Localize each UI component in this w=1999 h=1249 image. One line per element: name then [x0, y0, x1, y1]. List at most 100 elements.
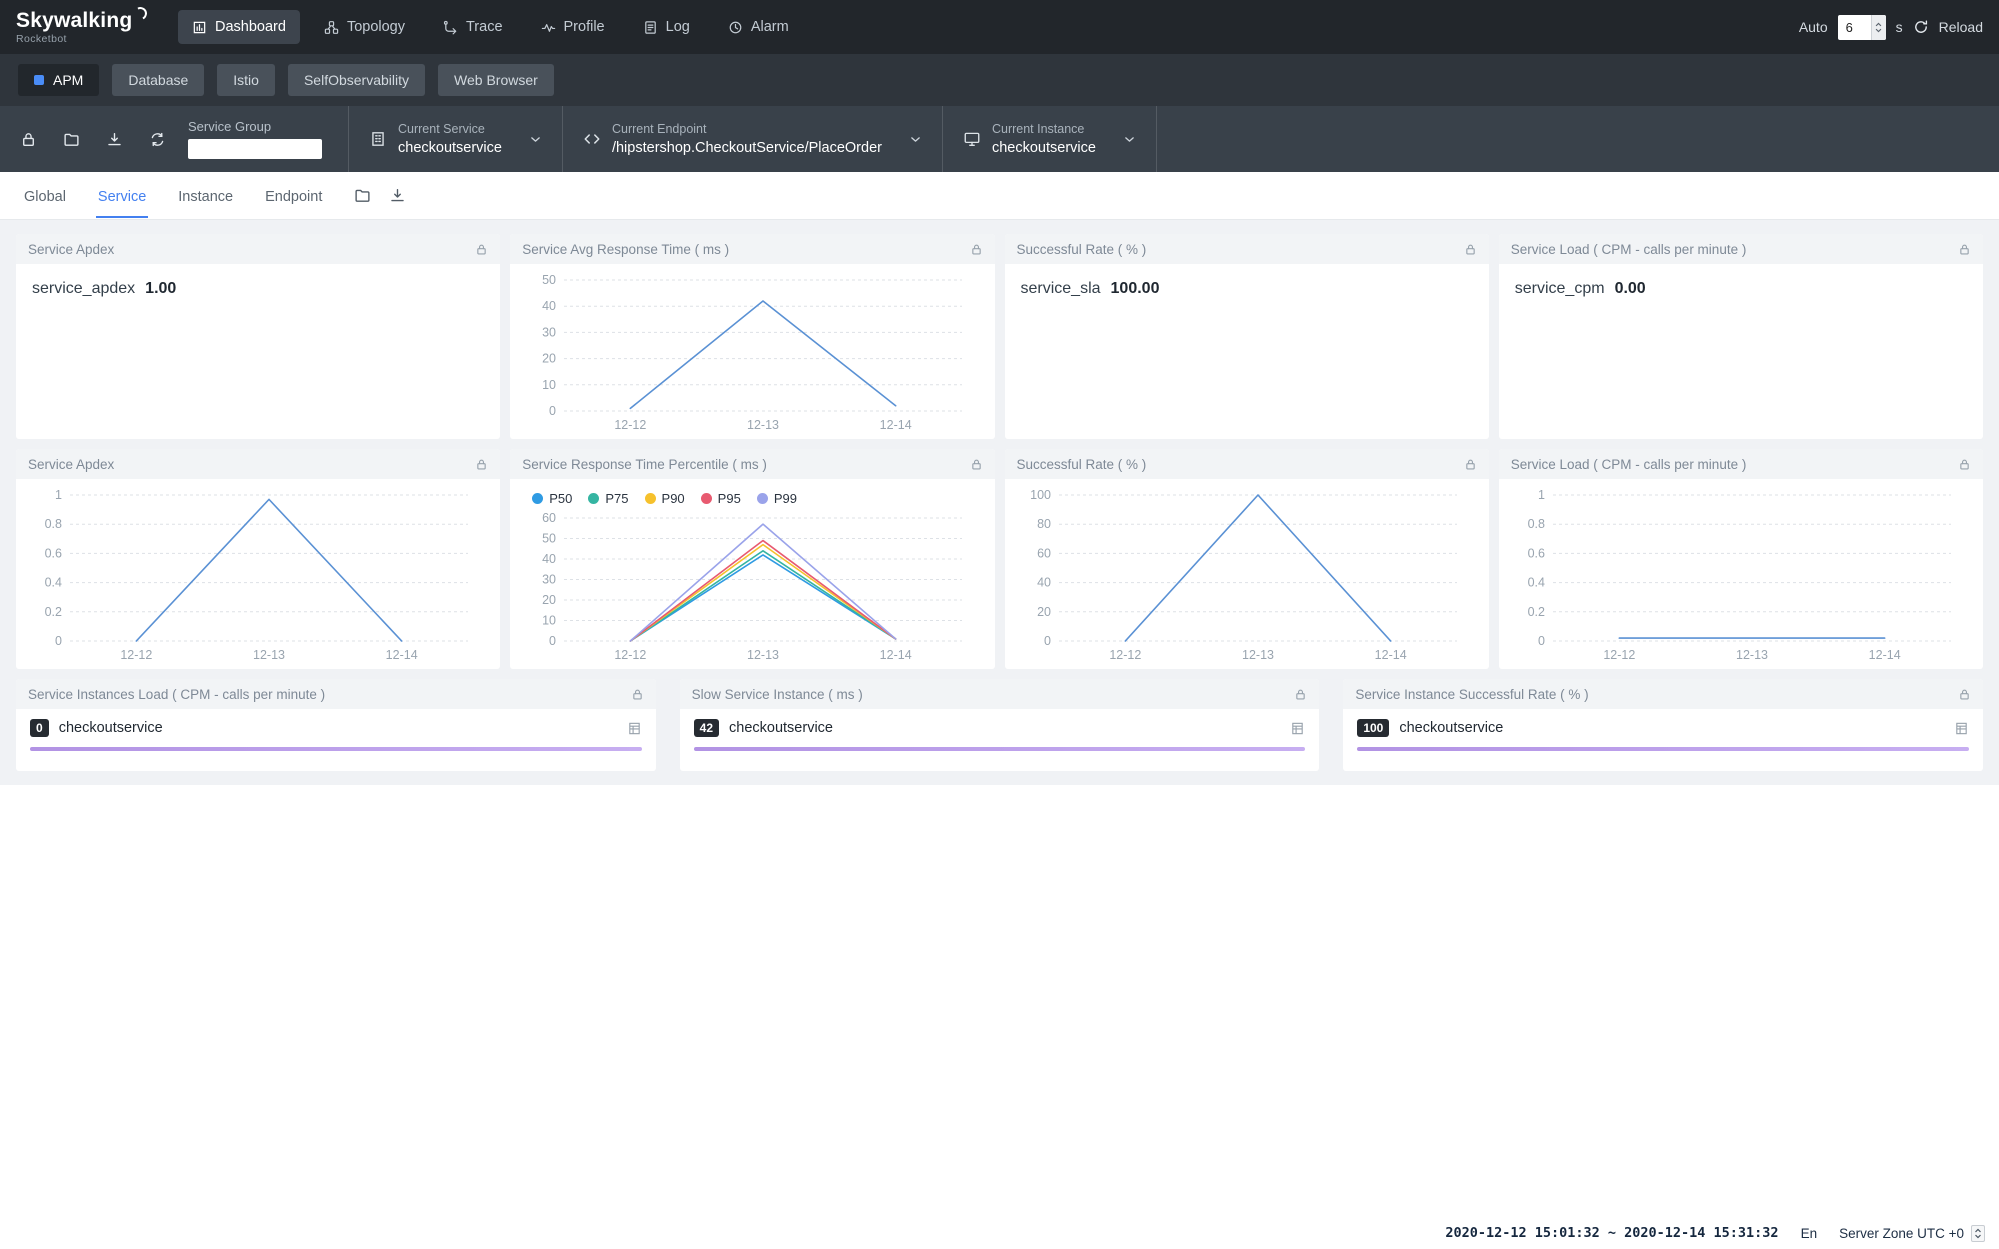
card-successful-rate-chart: Successful Rate ( % ) 02040608010012-121…	[1005, 449, 1489, 669]
card-body: 02040608010012-1212-1312-14	[1005, 479, 1489, 669]
server-zone: Server Zone UTC +0	[1839, 1225, 1985, 1242]
zone-stepper-icon[interactable]	[1971, 1225, 1985, 1242]
card-service-apdex-value: Service Apdex service_apdex 1.00	[16, 234, 500, 439]
lock-icon[interactable]	[970, 243, 983, 256]
subnav-item-istio[interactable]: Istio	[217, 64, 275, 96]
legend-label: P90	[662, 491, 685, 506]
code-icon	[583, 130, 601, 148]
legend-label: P75	[605, 491, 628, 506]
svg-text:0.8: 0.8	[1527, 517, 1544, 531]
value-badge: 0	[30, 719, 49, 737]
logo-swoosh-icon	[133, 5, 149, 21]
percentile-chart: 010203040506012-1212-1312-14	[518, 506, 986, 667]
legend-item-p95[interactable]: P95	[701, 491, 741, 506]
svg-text:0.4: 0.4	[1527, 576, 1544, 590]
card-body: 00.20.40.60.8112-1212-1312-14	[16, 479, 500, 669]
table-icon[interactable]	[1290, 721, 1305, 736]
svg-text:12-13: 12-13	[1242, 648, 1274, 662]
lock-icon[interactable]	[475, 243, 488, 256]
lock-icon[interactable]	[20, 131, 37, 148]
tab-instance[interactable]: Instance	[176, 174, 235, 218]
current-instance-selector[interactable]: Current Instance checkoutservice	[942, 106, 1157, 172]
lock-icon[interactable]	[970, 458, 983, 471]
card-successful-rate-value: Successful Rate ( % ) service_sla 100.00	[1005, 234, 1489, 439]
trace-icon	[443, 20, 458, 35]
dashboard-row-1: Service Apdex service_apdex 1.00 Service…	[16, 234, 1983, 439]
card-header: Service Response Time Percentile ( ms )	[510, 449, 994, 479]
lock-icon[interactable]	[1464, 243, 1477, 256]
nav-item-alarm[interactable]: Alarm	[714, 10, 803, 44]
lock-icon[interactable]	[1958, 688, 1971, 701]
instance-row[interactable]: 0 checkoutservice	[30, 719, 642, 737]
nav-item-profile[interactable]: Profile	[527, 10, 619, 44]
table-icon[interactable]	[1954, 721, 1969, 736]
instance-row[interactable]: 100 checkoutservice	[1357, 719, 1969, 737]
instance-row[interactable]: 42 checkoutservice	[694, 719, 1306, 737]
svg-text:12-14: 12-14	[1374, 648, 1406, 662]
reload-icon[interactable]	[1913, 19, 1929, 35]
card-title: Successful Rate ( % )	[1017, 457, 1147, 472]
svg-text:0.6: 0.6	[1527, 546, 1544, 560]
svg-text:0.8: 0.8	[45, 517, 62, 531]
auto-interval-stepper[interactable]	[1838, 15, 1886, 40]
successful-rate-chart: 02040608010012-1212-1312-14	[1013, 483, 1481, 667]
stepper-arrows-icon[interactable]	[1871, 15, 1886, 40]
service-group-input[interactable]	[188, 139, 322, 159]
current-service-label: Current Service	[398, 122, 502, 136]
tab-global[interactable]: Global	[22, 174, 68, 218]
lock-icon[interactable]	[1958, 458, 1971, 471]
lock-icon[interactable]	[475, 458, 488, 471]
nav-item-log[interactable]: Log	[629, 10, 704, 44]
nav-label: Dashboard	[215, 19, 286, 35]
svg-text:30: 30	[542, 325, 556, 339]
lock-icon[interactable]	[1464, 458, 1477, 471]
time-range-picker[interactable]: 2020-12-12 15:01:32 ~ 2020-12-14 15:31:3…	[1445, 1225, 1778, 1241]
dashboard-icon	[192, 20, 207, 35]
scope-tabs: Global Service Instance Endpoint	[0, 172, 1999, 220]
legend-item-p50[interactable]: P50	[532, 491, 572, 506]
card-body: 0102030405012-1212-1312-14	[510, 264, 994, 439]
export-icon[interactable]	[106, 131, 123, 148]
svg-text:12-13: 12-13	[747, 418, 779, 432]
folder-icon[interactable]	[354, 187, 371, 204]
svg-text:12-14: 12-14	[1868, 648, 1900, 662]
lock-icon[interactable]	[1958, 243, 1971, 256]
avg-response-time-chart: 0102030405012-1212-1312-14	[518, 268, 986, 437]
refresh-icon[interactable]	[149, 131, 166, 148]
subnav-item-web-browser[interactable]: Web Browser	[438, 64, 554, 96]
dashboard-row-2: Service Apdex 00.20.40.60.8112-1212-1312…	[16, 449, 1983, 669]
download-icon[interactable]	[389, 187, 406, 204]
svg-text:12-14: 12-14	[386, 648, 418, 662]
card-body: service_sla 100.00	[1005, 264, 1489, 439]
lock-icon[interactable]	[631, 688, 644, 701]
tab-service[interactable]: Service	[96, 174, 148, 218]
legend-item-p90[interactable]: P90	[645, 491, 685, 506]
log-icon	[643, 20, 658, 35]
subnav-item-database[interactable]: Database	[112, 64, 204, 96]
current-service-selector[interactable]: Current Service checkoutservice	[348, 106, 562, 172]
legend-item-p75[interactable]: P75	[588, 491, 628, 506]
metric: service_sla 100.00	[1013, 268, 1481, 310]
nav-item-trace[interactable]: Trace	[429, 10, 517, 44]
selector-text: Current Service checkoutservice	[398, 122, 502, 156]
svg-text:0.2: 0.2	[1527, 605, 1544, 619]
card-title: Service Load ( CPM - calls per minute )	[1511, 242, 1747, 257]
lock-icon[interactable]	[1294, 688, 1307, 701]
table-icon[interactable]	[627, 721, 642, 736]
nav-item-dashboard[interactable]: Dashboard	[178, 10, 300, 44]
legend-item-p99[interactable]: P99	[757, 491, 797, 506]
subnav-item-selfobservability[interactable]: SelfObservability	[288, 64, 425, 96]
svg-text:80: 80	[1037, 517, 1051, 531]
auto-reload-controls: Auto s Reload	[1799, 15, 1983, 40]
tab-endpoint[interactable]: Endpoint	[263, 174, 324, 218]
current-endpoint-selector[interactable]: Current Endpoint /hipstershop.CheckoutSe…	[562, 106, 942, 172]
reload-label[interactable]: Reload	[1939, 19, 1983, 35]
svg-text:12-13: 12-13	[747, 648, 779, 662]
language-selector[interactable]: En	[1801, 1226, 1818, 1241]
svg-text:20: 20	[542, 352, 556, 366]
nav-item-topology[interactable]: Topology	[310, 10, 419, 44]
folder-icon[interactable]	[63, 131, 80, 148]
card-header: Service Apdex	[16, 234, 500, 264]
subnav-item-apm[interactable]: APM	[18, 64, 99, 96]
svg-text:12-14: 12-14	[880, 418, 912, 432]
